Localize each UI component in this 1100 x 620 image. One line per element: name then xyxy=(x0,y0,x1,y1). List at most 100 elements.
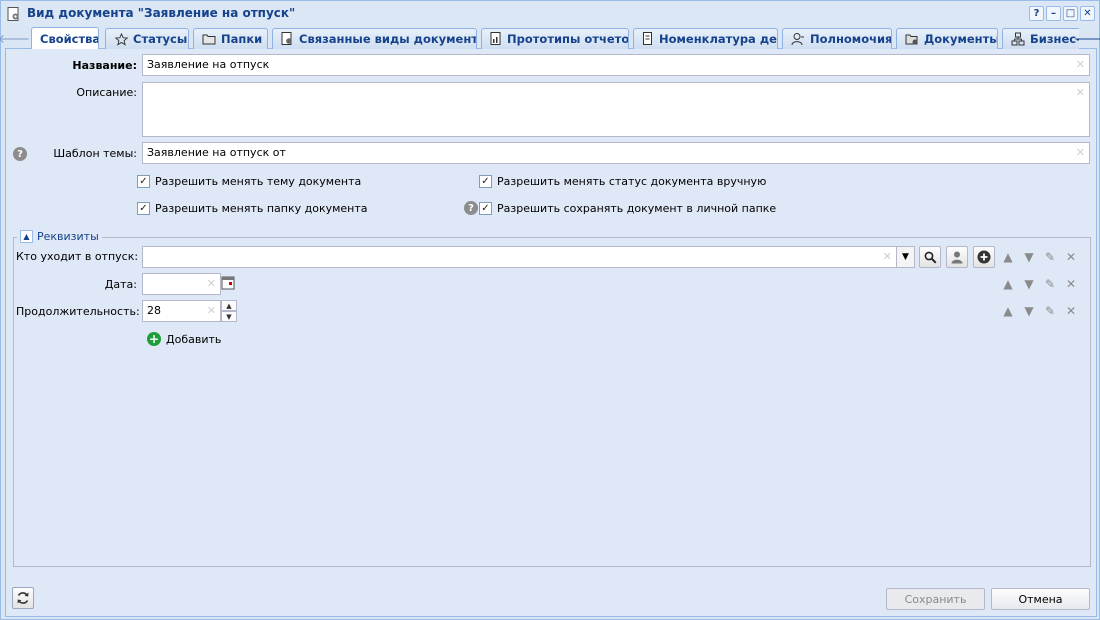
subject-template-field[interactable]: Заявление на отпуск от ✕ xyxy=(142,142,1090,164)
move-up-icon[interactable]: ▲ xyxy=(1000,276,1016,292)
star-icon xyxy=(114,32,128,46)
user-icon xyxy=(951,251,963,264)
allow-change-subject-checkbox[interactable]: ✓ Разрешить менять тему документа xyxy=(137,175,361,188)
tab-label: Номенклатура дел xyxy=(659,32,778,46)
clear-icon[interactable]: ✕ xyxy=(1076,86,1085,99)
vacation-person-combo[interactable]: ✕ ▼ xyxy=(142,246,915,268)
window-title: Вид документа "Заявление на отпуск" xyxy=(27,6,296,20)
user-permission-icon xyxy=(791,32,805,46)
template-label: Шаблон темы: xyxy=(53,147,137,160)
move-down-icon[interactable]: ▼ xyxy=(1021,249,1037,265)
documents-icon xyxy=(905,32,919,46)
minimize-button[interactable]: – xyxy=(1046,6,1061,21)
tab-linked-document-types[interactable]: Связанные виды документов xyxy=(272,28,477,49)
checkbox-box[interactable]: ✓ xyxy=(479,175,492,188)
tab-report-prototypes[interactable]: Прототипы отчетов xyxy=(481,28,629,49)
tab-label: Бизнес- xyxy=(1030,32,1079,46)
tab-label: Документы xyxy=(924,32,998,46)
move-down-icon[interactable]: ▼ xyxy=(1021,276,1037,292)
date-field[interactable]: ✕ xyxy=(142,273,221,295)
window-tools: ? – □ ✕ xyxy=(1029,6,1095,21)
delete-icon[interactable]: ✕ xyxy=(1063,249,1079,265)
description-label: Описание: xyxy=(76,86,137,99)
linked-doc-icon xyxy=(281,32,294,46)
process-icon xyxy=(1011,32,1025,46)
search-button[interactable] xyxy=(919,246,941,268)
tab-strip: Свойства Статусы Папки Связанные виды до… xyxy=(27,27,1079,49)
tab-scroll-left-icon[interactable]: 🡐 xyxy=(0,29,30,47)
requisite-label: Продолжительность: xyxy=(16,305,140,318)
chevron-down-icon[interactable]: ▼ xyxy=(896,247,914,267)
spinner-down-icon[interactable]: ▼ xyxy=(221,311,237,322)
clear-icon[interactable]: ✕ xyxy=(1076,146,1085,159)
requisites-legend[interactable]: ▲ Реквизиты xyxy=(17,230,102,243)
name-value: Заявление на отпуск xyxy=(147,58,270,71)
checkbox-label: Разрешить сохранять документ в личной па… xyxy=(497,202,777,215)
checkbox-box[interactable]: ✓ xyxy=(137,202,150,215)
help-button[interactable]: ? xyxy=(1029,6,1044,21)
title-bar[interactable]: Вид документа "Заявление на отпуск" ? – … xyxy=(1,1,1099,26)
tab-business-processes[interactable]: Бизнес- xyxy=(1002,28,1079,49)
select-user-button[interactable] xyxy=(946,246,968,268)
duration-field[interactable]: 28 ✕ xyxy=(142,300,221,322)
help-icon[interactable]: ? xyxy=(464,201,478,215)
maximize-button[interactable]: □ xyxy=(1063,6,1078,21)
add-label: Добавить xyxy=(166,332,222,346)
delete-icon[interactable]: ✕ xyxy=(1063,303,1079,319)
tab-label: Папки xyxy=(221,32,263,46)
requisite-value: 28 xyxy=(147,304,161,317)
tab-label: Связанные виды документов xyxy=(299,32,477,46)
clear-icon[interactable]: ✕ xyxy=(1076,58,1085,71)
edit-icon[interactable]: ✎ xyxy=(1042,303,1058,319)
tab-documents[interactable]: Документы xyxy=(896,28,998,49)
tab-folders[interactable]: Папки xyxy=(193,28,268,49)
tab-permissions[interactable]: Полномочия xyxy=(782,28,892,49)
clear-icon[interactable]: ✕ xyxy=(207,304,216,317)
allow-save-personal-checkbox[interactable]: ✓ Разрешить сохранять документ в личной … xyxy=(479,202,776,215)
allow-change-folder-checkbox[interactable]: ✓ Разрешить менять папку документа xyxy=(137,202,368,215)
add-item-button[interactable] xyxy=(973,246,995,268)
allow-change-status-checkbox[interactable]: ✓ Разрешить менять статус документа вруч… xyxy=(479,175,766,188)
checkbox-label: Разрешить менять тему документа xyxy=(155,175,362,188)
save-button[interactable]: Сохранить xyxy=(886,588,985,610)
cancel-button[interactable]: Отмена xyxy=(991,588,1090,610)
close-button[interactable]: ✕ xyxy=(1080,6,1095,21)
plus-circle-icon xyxy=(977,250,991,264)
description-field[interactable]: ✕ xyxy=(142,82,1090,137)
collapse-icon[interactable]: ▲ xyxy=(20,230,33,243)
name-field[interactable]: Заявление на отпуск ✕ xyxy=(142,54,1090,76)
checkbox-label: Разрешить менять статус документа вручну… xyxy=(497,175,767,188)
add-requisite-link[interactable]: + Добавить xyxy=(147,332,221,346)
clear-icon[interactable]: ✕ xyxy=(883,250,892,263)
spinner-up-icon[interactable]: ▲ xyxy=(221,300,237,311)
help-icon[interactable]: ? xyxy=(13,147,27,161)
name-label: Название: xyxy=(72,59,137,72)
tab-scroll-right-icon[interactable]: 🡒 xyxy=(1074,29,1100,47)
move-down-icon[interactable]: ▼ xyxy=(1021,303,1037,319)
checkbox-box[interactable]: ✓ xyxy=(479,202,492,215)
edit-icon[interactable]: ✎ xyxy=(1042,276,1058,292)
delete-icon[interactable]: ✕ xyxy=(1063,276,1079,292)
refresh-button[interactable] xyxy=(12,587,34,609)
add-circle-icon: + xyxy=(147,332,161,346)
tab-label: Полномочия xyxy=(810,32,892,46)
move-up-icon[interactable]: ▲ xyxy=(1000,303,1016,319)
move-up-icon[interactable]: ▲ xyxy=(1000,249,1016,265)
report-icon xyxy=(490,32,502,46)
tab-label: Статусы xyxy=(133,32,188,46)
checkbox-label: Разрешить менять папку документа xyxy=(155,202,368,215)
legend-label: Реквизиты xyxy=(37,230,99,243)
tab-nomenclature[interactable]: Номенклатура дел xyxy=(633,28,778,49)
clear-icon[interactable]: ✕ xyxy=(207,277,216,290)
requisite-label: Дата: xyxy=(104,278,137,291)
tab-properties[interactable]: Свойства xyxy=(31,27,99,49)
tab-statuses[interactable]: Статусы xyxy=(105,28,189,49)
checkbox-box[interactable]: ✓ xyxy=(137,175,150,188)
requisite-label: Кто уходит в отпуск: xyxy=(16,250,139,263)
calendar-icon[interactable] xyxy=(221,275,236,292)
nomenclature-icon xyxy=(642,32,654,46)
refresh-icon xyxy=(17,592,29,604)
search-icon xyxy=(924,251,937,264)
tab-label: Прототипы отчетов xyxy=(507,32,629,46)
edit-icon[interactable]: ✎ xyxy=(1042,249,1058,265)
